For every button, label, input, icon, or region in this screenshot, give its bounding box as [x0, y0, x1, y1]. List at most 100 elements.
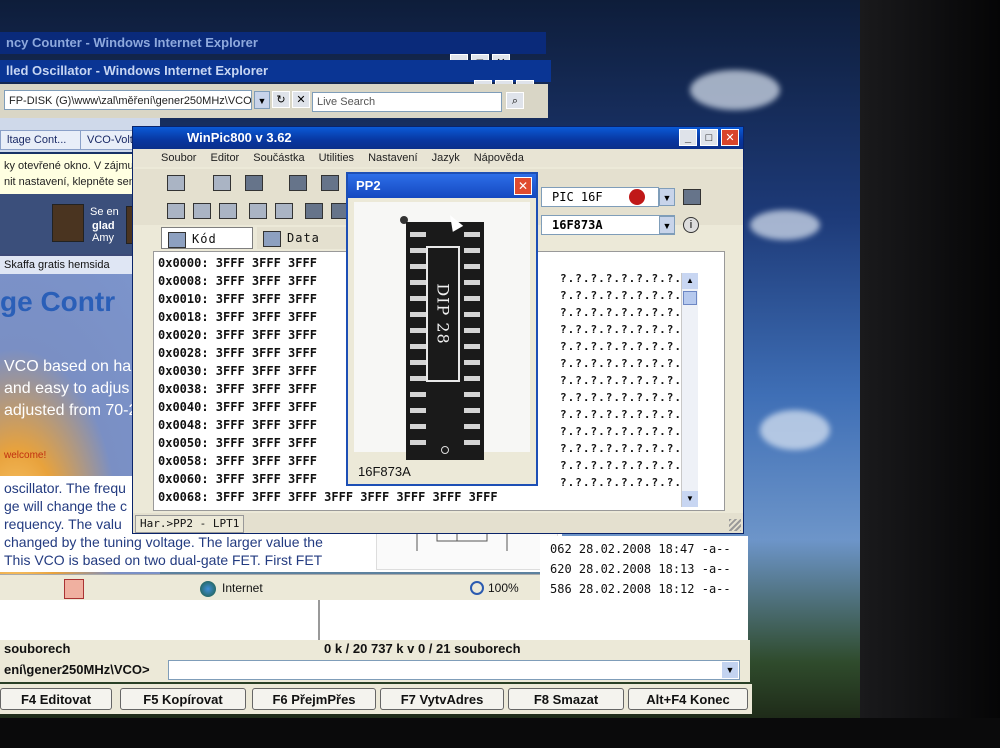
read-icon[interactable]	[167, 203, 185, 219]
chip-pin	[464, 392, 480, 397]
search-icon[interactable]: ⌕	[506, 92, 524, 109]
reload-icon[interactable]	[213, 175, 231, 191]
hex-row[interactable]: 0x0040: 3FFF 3FFF 3FFF	[158, 400, 317, 414]
article-line: requency. The valu	[4, 516, 122, 532]
desktop-cloud	[760, 410, 830, 450]
hex-row[interactable]: 0x0010: 3FFF 3FFF 3FFF	[158, 292, 317, 306]
f8-delete-button[interactable]: F8 Smazat	[508, 688, 624, 710]
address-dropdown-icon[interactable]: ▼	[254, 91, 270, 109]
exit-button[interactable]: Alt+F4 Konec	[628, 688, 748, 710]
chip-pin	[410, 424, 426, 429]
chip-pin	[464, 312, 480, 317]
info-icon[interactable]: i	[683, 217, 699, 233]
minimize-icon[interactable]: _	[679, 129, 697, 146]
close-icon[interactable]: ✕	[514, 177, 532, 195]
table-row[interactable]: 620 28.02.2008 18:13 -a--	[550, 562, 731, 576]
close-icon[interactable]: ✕	[721, 129, 739, 146]
chip-pin	[464, 424, 480, 429]
popup-blocked-icon[interactable]	[64, 579, 84, 599]
menu-device[interactable]: Součástka	[253, 149, 304, 167]
hex-row[interactable]: 0x0020: 3FFF 3FFF 3FFF	[158, 328, 317, 342]
globe-icon	[200, 581, 216, 597]
pointer-icon[interactable]	[275, 203, 293, 219]
function-key-bar: F4 Editovat F5 Kopírovat F6 PřejmPřes F7…	[0, 684, 752, 714]
hex-row[interactable]: 0x0028: 3FFF 3FFF 3FFF	[158, 346, 317, 360]
menu-language[interactable]: Jazyk	[432, 149, 460, 167]
clipboard-icon[interactable]	[193, 203, 211, 219]
tab-code[interactable]: Kód	[161, 227, 253, 249]
article-line: This VCO is based on two dual-gate FET. …	[4, 552, 323, 568]
hex-row[interactable]: 0x0058: 3FFF 3FFF 3FFF	[158, 454, 317, 468]
command-line: ení\gener250MHz\VCO> ▼	[0, 658, 750, 682]
chip-pin	[464, 264, 480, 269]
chip-pin	[410, 264, 426, 269]
find-icon[interactable]	[305, 203, 323, 219]
f7-mkdir-button[interactable]: F7 VytvAdres	[380, 688, 504, 710]
hex-row[interactable]: 0x0030: 3FFF 3FFF 3FFF	[158, 364, 317, 378]
hex-row[interactable]: 0x0018: 3FFF 3FFF 3FFF	[158, 310, 317, 324]
menu-help[interactable]: Nápověda	[474, 149, 524, 167]
cut-icon[interactable]	[219, 203, 237, 219]
verify-icon[interactable]	[321, 175, 339, 191]
page-heading: ge Contr	[0, 286, 116, 317]
hex-row[interactable]: 0x0068: 3FFF 3FFF 3FFF 3FFF 3FFF 3FFF 3F…	[158, 490, 498, 504]
hex-row[interactable]: 0x0000: 3FFF 3FFF 3FFF	[158, 256, 317, 270]
chip-pin	[410, 232, 426, 237]
menu-editor[interactable]: Editor	[210, 149, 239, 167]
user-name: Se en	[90, 206, 119, 218]
table-row[interactable]: 062 28.02.2008 18:47 -a--	[550, 542, 731, 556]
maximize-icon[interactable]: □	[700, 129, 718, 146]
open-file-icon[interactable]	[167, 175, 185, 191]
chevron-down-icon[interactable]: ▼	[659, 188, 675, 206]
page-text-line: VCO based on hart	[4, 358, 141, 375]
window-title: WinPic800 v 3.62	[187, 130, 292, 145]
detect-device-icon[interactable]	[683, 189, 701, 205]
tab-voltage-control[interactable]: ltage Cont...	[0, 130, 86, 150]
hex-row[interactable]: 0x0008: 3FFF 3FFF 3FFF	[158, 274, 317, 288]
hex-row[interactable]: 0x0048: 3FFF 3FFF 3FFF	[158, 418, 317, 432]
menu-file[interactable]: Soubor	[161, 149, 196, 167]
browser-window-title-2[interactable]: lled Oscillator - Windows Internet Explo…	[0, 60, 551, 82]
hex-editor-scrollbar[interactable]: ▲ ▼	[681, 273, 698, 507]
save-icon[interactable]	[245, 175, 263, 191]
address-input[interactable]: FP-DISK (G)\www\zal\měření\gener250MHz\V…	[4, 90, 252, 110]
chip-notch-icon	[441, 446, 449, 454]
search-input[interactable]: Live Search	[312, 92, 502, 112]
browser-window-title-1[interactable]: ncy Counter - Windows Internet Explorer	[0, 32, 546, 54]
program-icon[interactable]	[289, 175, 307, 191]
stop-icon[interactable]: ✕	[292, 91, 310, 108]
f4-edit-button[interactable]: F4 Editovat	[0, 688, 112, 710]
security-zone[interactable]: Internet	[222, 578, 382, 598]
device-select[interactable]: 16F873A	[541, 215, 675, 235]
avatar[interactable]	[52, 204, 84, 242]
tab-data[interactable]: Data	[257, 227, 349, 249]
scroll-up-icon[interactable]: ▲	[682, 273, 698, 289]
undo-icon[interactable]	[249, 203, 267, 219]
winpic-title-bar[interactable]: WinPic800 v 3.62 _ □ ✕	[133, 127, 743, 149]
table-row[interactable]: 586 28.02.2008 18:12 -a--	[550, 582, 731, 596]
refresh-icon[interactable]: ↻	[272, 91, 290, 108]
scrollbar-thumb[interactable]	[683, 291, 697, 305]
pp2-title-bar[interactable]: PP2 ✕	[348, 174, 536, 198]
tab-data-label: Data	[287, 231, 320, 245]
chevron-down-icon[interactable]: ▼	[722, 662, 738, 678]
menu-utilities[interactable]: Utilities	[319, 149, 354, 167]
hex-row[interactable]: 0x0038: 3FFF 3FFF 3FFF	[158, 382, 317, 396]
command-input[interactable]: ▼	[168, 660, 740, 680]
right-panel-count: 0 k / 20 737 k v 0 / 21 souborech	[324, 641, 521, 656]
resize-grip-icon[interactable]	[729, 519, 741, 531]
browser-status-bar: Internet 100%	[0, 574, 566, 601]
ascii-row: ?.?.?.?.?.?.?.?.	[560, 442, 682, 455]
scroll-down-icon[interactable]: ▼	[682, 491, 698, 507]
hex-row[interactable]: 0x0050: 3FFF 3FFF 3FFF	[158, 436, 317, 450]
chevron-down-icon[interactable]: ▼	[659, 216, 675, 234]
chip-pin	[464, 232, 480, 237]
left-panel-count: souborech	[4, 641, 71, 656]
hex-row[interactable]: 0x0060: 3FFF 3FFF 3FFF	[158, 472, 317, 486]
chip-pin	[464, 328, 480, 333]
ascii-row: ?.?.?.?.?.?.?.?.	[560, 408, 682, 421]
f6-move-button[interactable]: F6 PřejmPřes	[252, 688, 376, 710]
menu-settings[interactable]: Nastavení	[368, 149, 418, 167]
f5-copy-button[interactable]: F5 Kopírovat	[120, 688, 246, 710]
panel-divider[interactable]	[318, 600, 320, 642]
